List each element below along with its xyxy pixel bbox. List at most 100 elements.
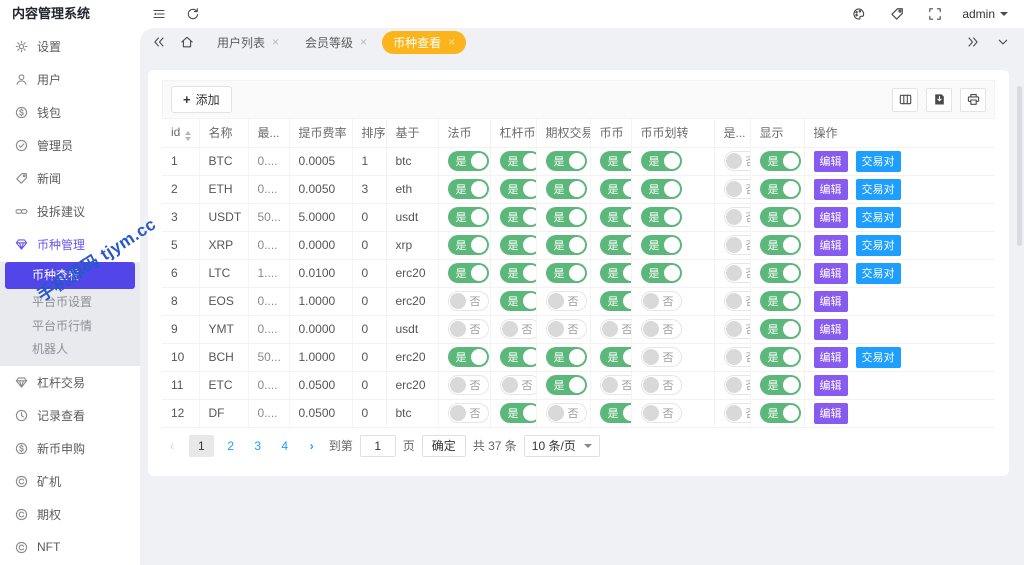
toggle-on[interactable]: 是: [546, 207, 587, 227]
user-menu[interactable]: admin: [962, 7, 1008, 21]
toggle-off[interactable]: 否: [546, 319, 587, 339]
sidebar-item-admins[interactable]: 管理员: [0, 129, 140, 162]
toggle-on[interactable]: 是: [500, 403, 537, 423]
page-button-3[interactable]: 3: [248, 435, 268, 457]
confirm-button[interactable]: 确定: [422, 435, 466, 457]
toggle-on[interactable]: 是: [546, 375, 587, 395]
palette-icon[interactable]: [852, 7, 866, 21]
toggle-on[interactable]: 是: [448, 151, 489, 171]
toggle-on[interactable]: 是: [448, 207, 489, 227]
trade-pair-button[interactable]: 交易对: [856, 347, 901, 368]
toggle-off[interactable]: 否: [641, 375, 682, 395]
toggle-on[interactable]: 是: [760, 375, 801, 395]
tab-close-icon[interactable]: ×: [360, 36, 367, 48]
toggle-on[interactable]: 是: [760, 151, 801, 171]
refresh-icon[interactable]: [186, 7, 200, 21]
edit-button[interactable]: 编辑: [814, 375, 848, 396]
sidebar-item-miner[interactable]: 矿机: [0, 465, 140, 498]
toggle-on[interactable]: 是: [760, 403, 801, 423]
toggle-off[interactable]: 否: [724, 291, 751, 311]
toggle-on[interactable]: 是: [641, 207, 682, 227]
toggle-off[interactable]: 否: [724, 263, 751, 283]
toggle-off[interactable]: 否: [724, 347, 751, 367]
edit-button[interactable]: 编辑: [814, 263, 848, 284]
tab-user-list[interactable]: 用户列表×: [206, 31, 290, 54]
toggle-on[interactable]: 是: [641, 235, 682, 255]
edit-button[interactable]: 编辑: [814, 291, 848, 312]
sidebar-subitem-platform-coin-market[interactable]: 平台币行情: [0, 315, 140, 339]
toggle-on[interactable]: 是: [546, 347, 587, 367]
toggle-on[interactable]: 是: [760, 319, 801, 339]
toggle-on[interactable]: 是: [760, 347, 801, 367]
column-header-0[interactable]: id: [162, 119, 199, 147]
sidebar-item-coin-manage[interactable]: 币种管理: [0, 228, 140, 261]
toggle-off[interactable]: 否: [724, 375, 751, 395]
toggle-off[interactable]: 否: [724, 319, 751, 339]
toggle-on[interactable]: 是: [600, 179, 632, 199]
toggle-on[interactable]: 是: [641, 179, 682, 199]
toggle-off[interactable]: 否: [448, 291, 489, 311]
home-icon[interactable]: [180, 35, 194, 49]
edit-button[interactable]: 编辑: [814, 235, 848, 256]
tab-close-icon[interactable]: ×: [272, 36, 279, 48]
edit-button[interactable]: 编辑: [814, 179, 848, 200]
toggle-on[interactable]: 是: [500, 179, 537, 199]
sidebar-item-margin-trade[interactable]: 杠杆交易: [0, 366, 140, 399]
toggle-on[interactable]: 是: [500, 235, 537, 255]
edit-button[interactable]: 编辑: [814, 347, 848, 368]
toggle-on[interactable]: 是: [500, 291, 537, 311]
tab-close-icon[interactable]: ×: [448, 36, 455, 48]
trade-pair-button[interactable]: 交易对: [856, 263, 901, 284]
toggle-off[interactable]: 否: [600, 375, 632, 395]
toggle-off[interactable]: 否: [500, 319, 537, 339]
sidebar-item-news[interactable]: 新闻: [0, 162, 140, 195]
toggle-off[interactable]: 否: [641, 347, 682, 367]
edit-button[interactable]: 编辑: [814, 151, 848, 172]
fullscreen-icon[interactable]: [928, 7, 942, 21]
page-button-2[interactable]: 2: [221, 435, 241, 457]
toggle-on[interactable]: 是: [546, 151, 587, 171]
edit-button[interactable]: 编辑: [814, 403, 848, 424]
toggle-on[interactable]: 是: [641, 263, 682, 283]
sort-icon[interactable]: [185, 131, 191, 141]
tab-coin-view[interactable]: 币种查看×: [382, 31, 466, 54]
toggle-off[interactable]: 否: [546, 291, 587, 311]
tag-icon[interactable]: [890, 7, 904, 21]
chevron-down-icon[interactable]: [996, 35, 1010, 49]
toggle-off[interactable]: 否: [448, 319, 489, 339]
edit-button[interactable]: 编辑: [814, 319, 848, 340]
toggle-off[interactable]: 否: [724, 403, 751, 423]
toggle-on[interactable]: 是: [760, 179, 801, 199]
toggle-on[interactable]: 是: [448, 263, 489, 283]
toggle-off[interactable]: 否: [641, 319, 682, 339]
tab-member-level[interactable]: 会员等级×: [294, 31, 378, 54]
trade-pair-button[interactable]: 交易对: [856, 151, 901, 172]
sidebar-item-settings[interactable]: 设置: [0, 30, 140, 63]
trade-pair-button[interactable]: 交易对: [856, 207, 901, 228]
toggle-on[interactable]: 是: [500, 151, 537, 171]
toggle-on[interactable]: 是: [546, 235, 587, 255]
toggle-on[interactable]: 是: [600, 235, 632, 255]
trade-pair-button[interactable]: 交易对: [856, 235, 901, 256]
sidebar-item-suggestions[interactable]: 投拆建议: [0, 195, 140, 228]
export-button[interactable]: [926, 88, 952, 112]
page-button-1[interactable]: 1: [189, 435, 214, 457]
sidebar-subitem-robot[interactable]: 机器人: [0, 338, 140, 362]
toggle-on[interactable]: 是: [600, 291, 632, 311]
toggle-on[interactable]: 是: [760, 207, 801, 227]
edit-button[interactable]: 编辑: [814, 207, 848, 228]
toggle-on[interactable]: 是: [600, 207, 632, 227]
scrollbar[interactable]: [1017, 86, 1022, 246]
toggle-off[interactable]: 否: [600, 319, 632, 339]
sidebar-item-records[interactable]: 记录查看: [0, 399, 140, 432]
sidebar-item-options[interactable]: 期权: [0, 498, 140, 531]
sidebar-subitem-platform-coin-settings[interactable]: 平台币设置: [0, 291, 140, 315]
page-next-icon[interactable]: ›: [302, 435, 322, 457]
toggle-off[interactable]: 否: [724, 207, 751, 227]
sidebar-item-new-coin-subscribe[interactable]: 新币申购: [0, 432, 140, 465]
toggle-on[interactable]: 是: [448, 347, 489, 367]
toggle-on[interactable]: 是: [600, 151, 632, 171]
page-button-4[interactable]: 4: [275, 435, 295, 457]
trade-pair-button[interactable]: 交易对: [856, 179, 901, 200]
toggle-on[interactable]: 是: [448, 179, 489, 199]
